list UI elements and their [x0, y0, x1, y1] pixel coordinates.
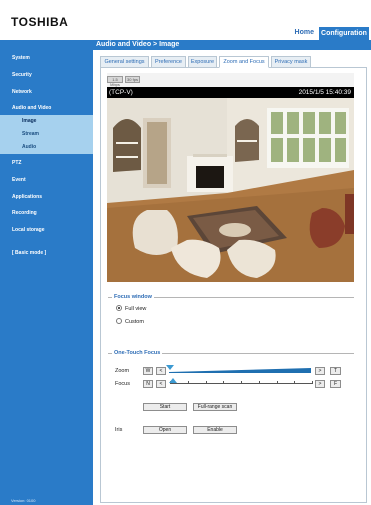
tab-zoom-and-focus[interactable]: Zoom and Focus	[219, 56, 269, 68]
full-view-option[interactable]: Full view	[116, 305, 146, 312]
start-button[interactable]: Start	[143, 403, 187, 411]
iris-enable-button[interactable]: Enable	[193, 426, 237, 434]
sidebar-subitem-stream[interactable]: Stream	[0, 128, 93, 141]
breadcrumb: Audio and Video > Image	[96, 41, 180, 48]
video-timestamp: 2015/1/5 15:40:39	[298, 89, 351, 96]
tab-general-settings[interactable]: General settings	[100, 56, 149, 68]
live-video-view[interactable]	[107, 98, 354, 282]
sidebar-item-ptz[interactable]: PTZ	[12, 160, 21, 166]
sidebar-subitem-image[interactable]: Image	[0, 115, 93, 128]
sidebar-item-system[interactable]: System	[12, 55, 30, 61]
custom-label: Custom	[125, 319, 144, 325]
toshiba-logo: TOSHIBA	[11, 15, 69, 29]
configuration-link[interactable]: Configuration	[319, 27, 369, 40]
tab-exposure[interactable]: Exposure	[188, 56, 217, 68]
sidebar-subitem-label: Image	[22, 118, 37, 124]
sidebar-item-event[interactable]: Event	[12, 177, 26, 183]
zoom-label: Zoom	[115, 368, 130, 374]
zoom-tele-button[interactable]: T	[330, 367, 341, 375]
focus-slider-tick	[258, 381, 260, 384]
iris-open-button[interactable]: Open	[143, 426, 187, 434]
full-view-radio[interactable]	[116, 305, 122, 311]
zoom-step-up-button[interactable]: >	[315, 367, 325, 375]
video-caption-bar: (TCP-V) 2015/1/5 15:40:39	[107, 87, 354, 98]
zoom-slider-track[interactable]	[169, 368, 311, 373]
sidebar-item-audio-and-video[interactable]: Audio and Video	[12, 105, 51, 111]
sidebar-subitem-label: Stream	[22, 131, 39, 137]
iris-label: Iris	[115, 427, 123, 433]
sidebar-item-local-storage[interactable]: Local storage	[12, 227, 45, 233]
focus-label: Focus	[115, 381, 130, 387]
sidebar-item-recording[interactable]: Recording	[12, 210, 37, 216]
focus-slider-tick	[223, 381, 225, 384]
one-touch-focus-section: One-Touch Focus	[108, 350, 354, 356]
focus-slider-tick	[312, 381, 313, 384]
full-range-scan-button[interactable]: Full-range scan	[193, 403, 237, 411]
header: TOSHIBA Home Configuration	[0, 0, 371, 40]
live-video-image	[107, 98, 354, 282]
focus-step-up-button[interactable]: >	[315, 380, 325, 388]
sidebar-subitem-audio[interactable]: Audio	[0, 141, 93, 154]
stream-bitrate-button[interactable]: 1.5 Mbps	[107, 76, 123, 87]
camera-name: (TCP-V)	[109, 89, 133, 96]
sidebar-item-security[interactable]: Security	[12, 72, 32, 78]
focus-step-down-button[interactable]: <	[156, 380, 166, 388]
full-view-label: Full view	[125, 306, 147, 312]
zoom-wide-button[interactable]: W	[143, 367, 153, 375]
focus-slider-thumb[interactable]	[169, 378, 177, 383]
version-text: Version: 0100	[11, 498, 36, 503]
tab-preference[interactable]: Preference	[151, 56, 186, 68]
sidebar-item-network[interactable]: Network	[12, 89, 32, 95]
custom-radio[interactable]	[116, 318, 122, 324]
stream-fps-button[interactable]: 30 fps	[125, 76, 140, 83]
focus-slider-tick	[205, 381, 207, 384]
focus-slider-tick	[187, 381, 189, 384]
sidebar-item-applications[interactable]: Applications	[12, 194, 42, 200]
custom-option[interactable]: Custom	[116, 318, 144, 325]
one-touch-focus-title: One-Touch Focus	[112, 350, 163, 356]
sidebar: System Security Network Audio and Video …	[0, 40, 93, 505]
tab-privacy-mask[interactable]: Privacy mask	[271, 56, 311, 68]
zoom-step-down-button[interactable]: <	[156, 367, 166, 375]
focus-far-button[interactable]: F	[330, 380, 341, 388]
zoom-slider-thumb[interactable]	[166, 365, 174, 370]
home-link[interactable]: Home	[295, 29, 314, 36]
focus-near-button[interactable]: N	[143, 380, 153, 388]
video-toolbar: 1.5 Mbps 30 fps	[107, 73, 354, 87]
sidebar-subitem-label: Audio	[22, 144, 37, 150]
focus-slider-tick	[241, 381, 242, 384]
focus-slider-tick	[294, 381, 296, 384]
breadcrumb-bar: Audio and Video > Image	[93, 40, 371, 50]
focus-slider-tick	[276, 381, 278, 384]
focus-window-section: Focus window	[108, 294, 354, 300]
focus-window-title: Focus window	[112, 294, 154, 300]
sidebar-item-basic-mode[interactable]: [ Basic mode ]	[12, 250, 46, 256]
